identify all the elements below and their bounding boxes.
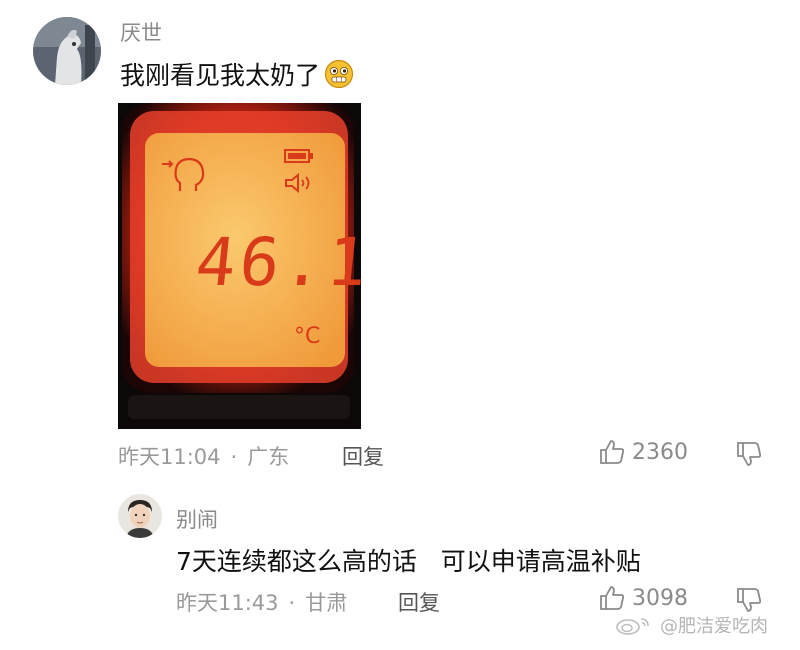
comment-text: 7天连续都这么高的话 可以申请高温补贴 [176, 547, 641, 576]
avatar[interactable] [33, 17, 101, 85]
face-scan-icon [160, 155, 210, 195]
avatar[interactable] [118, 494, 162, 538]
comment-time: 昨天11:04 [118, 445, 221, 469]
like-button[interactable]: 3098 [598, 584, 688, 612]
temperature-unit: °C [294, 324, 321, 349]
speaker-icon [284, 173, 314, 193]
thumbs-down-icon[interactable] [735, 586, 763, 614]
battery-icon [284, 148, 314, 164]
temperature-reading: 46.1 [192, 224, 376, 301]
meta-separator: · [230, 445, 238, 469]
comment-text-row: 我刚看见我太奶了 [120, 56, 354, 92]
like-button[interactable]: 2360 [598, 438, 688, 466]
comment-time: 昨天11:43 [176, 591, 279, 615]
comment-username[interactable]: 别闹 [176, 504, 218, 534]
meta-separator: · [288, 591, 296, 615]
comment-text: 我刚看见我太奶了 [120, 61, 321, 90]
comment-username[interactable]: 厌世 [120, 17, 162, 47]
thumbs-up-icon [598, 584, 626, 612]
reply-button[interactable]: 回复 [342, 441, 384, 471]
watermark: @肥洁爱吃肉 [614, 612, 768, 638]
reply-button[interactable]: 回复 [398, 587, 440, 617]
comment-location: 广东 [247, 445, 290, 469]
watermark-text: @肥洁爱吃肉 [660, 616, 768, 637]
grinning-face-icon [324, 59, 354, 89]
comment-location: 甘肃 [305, 591, 348, 615]
comment-meta: 昨天11:04 · 广东 [118, 441, 289, 471]
comment-meta: 昨天11:43 · 甘肃 [176, 587, 347, 617]
weibo-logo-icon [614, 615, 654, 635]
like-count: 3098 [632, 585, 688, 611]
like-count: 2360 [632, 439, 688, 465]
thumbs-down-icon[interactable] [735, 440, 763, 468]
thumbs-up-icon [598, 438, 626, 466]
